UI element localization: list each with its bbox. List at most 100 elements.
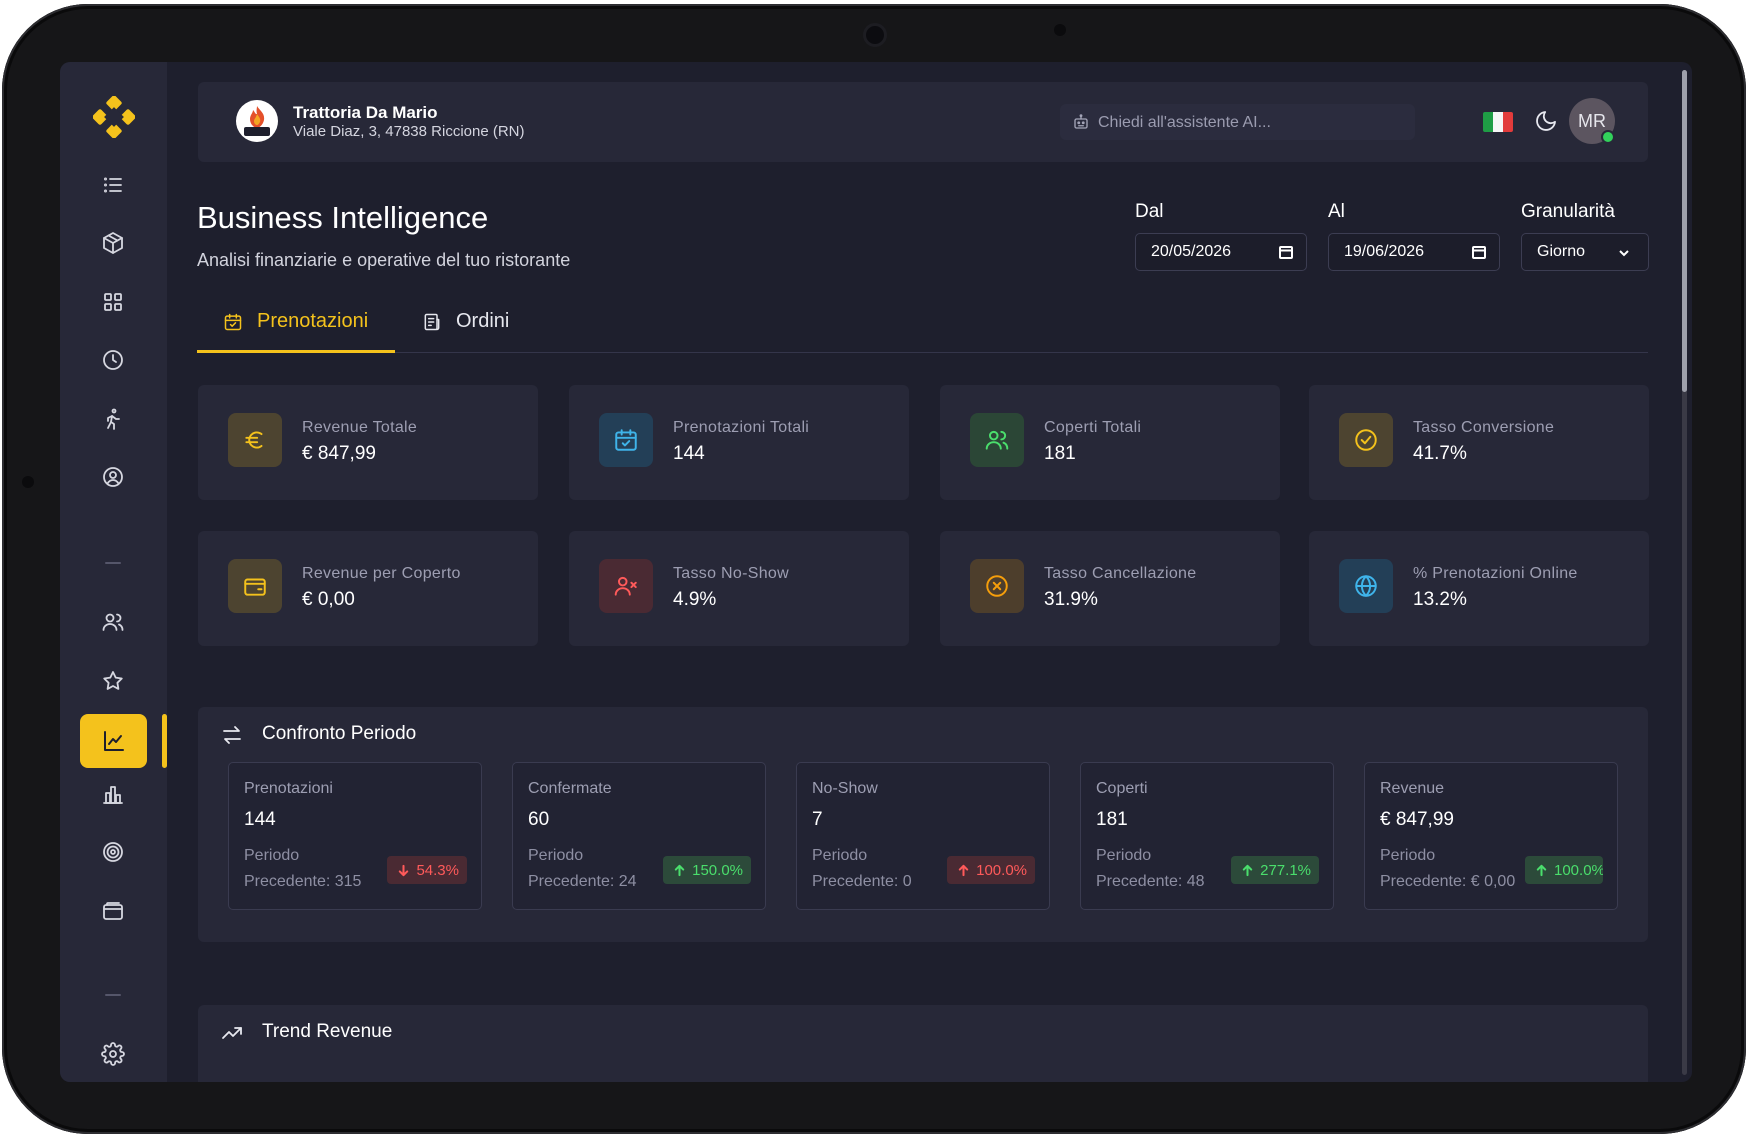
user-circle-icon[interactable] (97, 461, 129, 493)
kpi-value: 13.2% (1413, 589, 1467, 610)
tab-ordini[interactable]: Ordini (422, 310, 532, 353)
change-badge: 100.0% (1525, 856, 1603, 884)
restaurant-name: Trattoria Da Mario (293, 103, 438, 122)
sidebar-item-analytics[interactable] (80, 714, 147, 768)
tab-label: Prenotazioni (257, 310, 369, 332)
sidebar (60, 62, 167, 1082)
kpi-value: € 847,99 (302, 443, 376, 464)
top-bar: Trattoria Da Mario Viale Diaz, 3, 47838 … (198, 82, 1648, 162)
comparison-card-coperti: Coperti 181 Periodo Precedente: 48 277.1… (1080, 762, 1334, 910)
users-icon[interactable] (97, 606, 129, 638)
chart-line-icon (103, 731, 124, 751)
kpi-value: 41.7% (1413, 443, 1467, 464)
comparison-card-prenotazioni: Prenotazioni 144 Periodo Precedente: 315… (228, 762, 482, 910)
to-date-value: 19/06/2026 (1344, 243, 1425, 260)
to-date-input[interactable]: 19/06/2026 (1328, 233, 1500, 271)
kpi-value: € 0,00 (302, 589, 355, 610)
arrow-up-icon (1242, 864, 1253, 876)
kpi-label: Tasso No-Show (673, 565, 789, 582)
comparison-label: No-Show (812, 780, 878, 797)
app-logo-icon[interactable] (92, 95, 136, 139)
tabs-divider (197, 352, 1648, 353)
kpi-value: 31.9% (1044, 589, 1098, 610)
change-value: 54.3% (416, 861, 459, 879)
kpi-card-prenotazioni-totali: Prenotazioni Totali 144 (569, 385, 909, 500)
globe-icon (1339, 559, 1393, 613)
trending-up-icon (220, 1021, 244, 1045)
comparison-label: Prenotazioni (244, 780, 333, 797)
clock-icon[interactable] (97, 344, 129, 376)
users-icon (970, 413, 1024, 467)
comparison-label: Coperti (1096, 780, 1148, 797)
granularity-label: Granularità (1521, 201, 1615, 222)
list-icon[interactable] (97, 169, 129, 201)
kpi-label: % Prenotazioni Online (1413, 565, 1578, 582)
kpi-label: Tasso Conversione (1413, 419, 1555, 436)
bar-chart-icon[interactable] (97, 778, 129, 810)
change-value: 100.0% (1554, 861, 1603, 879)
tab-prenotazioni[interactable]: Prenotazioni (197, 310, 395, 353)
comparison-label: Revenue (1380, 780, 1445, 797)
previous-period-label: Periodo (528, 847, 584, 864)
period-comparison-section: Confronto Periodo Prenotazioni 144 Perio… (198, 707, 1648, 942)
tablet-frame: Trattoria Da Mario Viale Diaz, 3, 47838 … (2, 4, 1746, 1134)
change-value: 100.0% (976, 861, 1027, 879)
calendar-icon (1278, 244, 1294, 260)
calendar-check-icon (599, 413, 653, 467)
section-title: Trend Revenue (262, 1021, 393, 1042)
robot-icon (1072, 113, 1090, 131)
online-status-dot (1601, 130, 1615, 144)
restaurant-address: Viale Diaz, 3, 47838 Riccione (RN) (293, 123, 525, 140)
star-icon[interactable] (97, 665, 129, 697)
kpi-card-tasso-conversione: Tasso Conversione 41.7% (1309, 385, 1649, 500)
kpi-card-revenue-totale: Revenue Totale € 847,99 (198, 385, 538, 500)
previous-period-value: Precedente: 315 (244, 873, 362, 890)
box-icon[interactable] (97, 227, 129, 259)
comparison-card-no-show: No-Show 7 Periodo Precedente: 0 100.0% (796, 762, 1050, 910)
granularity-select[interactable]: Giorno (1521, 233, 1649, 271)
previous-period-label: Periodo (1380, 847, 1436, 864)
previous-period-label: Periodo (1096, 847, 1152, 864)
moon-icon[interactable] (1531, 106, 1561, 136)
ai-assistant-search[interactable] (1060, 104, 1415, 142)
change-badge: 277.1% (1231, 856, 1319, 884)
check-circle-icon (1339, 413, 1393, 467)
it-flag-icon[interactable] (1483, 112, 1513, 132)
comparison-value: 7 (812, 809, 823, 830)
ai-assistant-input[interactable] (1096, 104, 1405, 142)
sensor (1054, 24, 1066, 36)
kpi-value: 181 (1044, 443, 1076, 464)
wallet-icon[interactable] (97, 895, 129, 927)
camera-icon (866, 26, 884, 44)
activity-walk-icon[interactable] (97, 403, 129, 435)
granularity-value: Giorno (1537, 243, 1586, 260)
arrows-swap-icon (220, 723, 244, 747)
target-icon[interactable] (97, 836, 129, 868)
change-badge: 100.0% (947, 856, 1035, 884)
arrow-up-icon (958, 864, 969, 876)
scrollbar-thumb[interactable] (1682, 70, 1687, 392)
settings-icon[interactable] (97, 1038, 129, 1070)
kpi-label: Revenue per Coperto (302, 565, 461, 582)
from-date-input[interactable]: 20/05/2026 (1135, 233, 1307, 271)
x-circle-icon (970, 559, 1024, 613)
kpi-label: Coperti Totali (1044, 419, 1142, 436)
previous-period-value: Precedente: 48 (1096, 873, 1205, 890)
kpi-card-coperti-totali: Coperti Totali 181 (940, 385, 1280, 500)
arrow-up-icon (1536, 864, 1547, 876)
comparison-card-revenue: Revenue € 847,99 Periodo Precedente: € 0… (1364, 762, 1618, 910)
arrow-up-icon (674, 864, 685, 876)
euro-icon (228, 413, 282, 467)
comparison-card-confermate: Confermate 60 Periodo Precedente: 24 150… (512, 762, 766, 910)
change-value: 150.0% (692, 861, 743, 879)
comparison-value: 144 (244, 809, 276, 830)
grid-icon[interactable] (97, 286, 129, 318)
to-date-label: Al (1328, 201, 1345, 222)
page-scrollbar[interactable] (1682, 70, 1687, 1075)
previous-period-label: Periodo (812, 847, 868, 864)
comparison-value: 181 (1096, 809, 1128, 830)
page-subtitle: Analisi finanziarie e operative del tuo … (197, 250, 571, 270)
arrow-down-icon (399, 864, 409, 876)
kpi-card-prenotazioni-online: % Prenotazioni Online 13.2% (1309, 531, 1649, 646)
previous-period-value: Precedente: € 0,00 (1380, 873, 1516, 890)
